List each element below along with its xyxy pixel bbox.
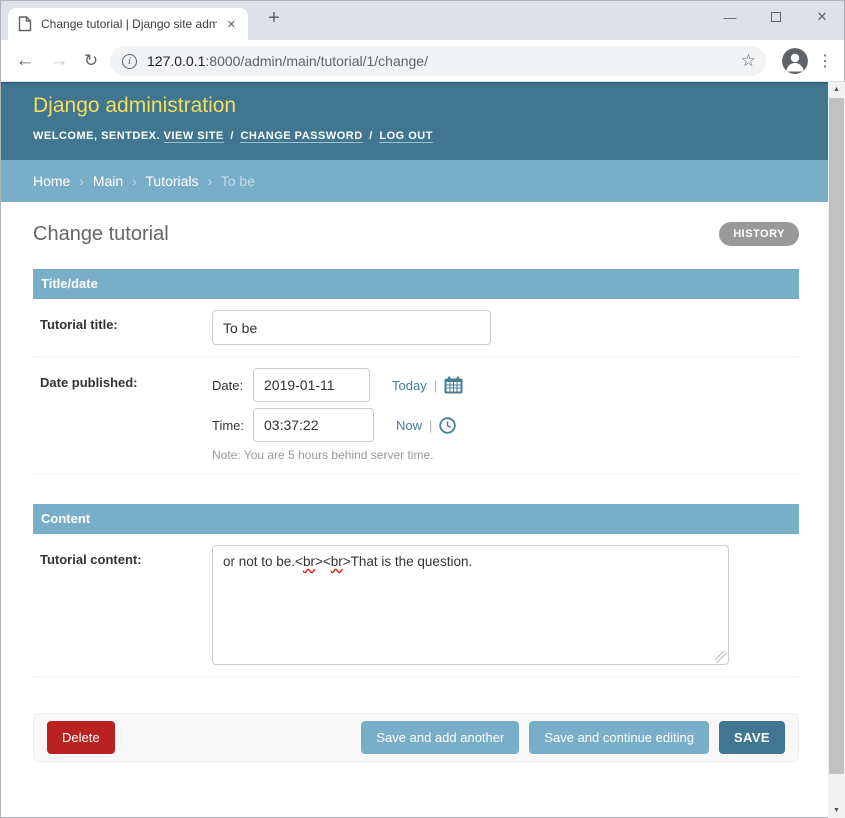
now-link[interactable]: Now (396, 418, 422, 433)
breadcrumb-separator: › (207, 173, 212, 189)
username: SENTDEX. (101, 130, 160, 142)
tab-title: Change tutorial | Django site adm (41, 17, 217, 31)
calendar-icon[interactable] (444, 376, 463, 394)
maximize-button[interactable] (753, 0, 799, 34)
today-link[interactable]: Today (392, 378, 427, 393)
breadcrumb: Home › Main › Tutorials › To be (0, 160, 828, 202)
submit-row: Delete Save and add another Save and con… (33, 713, 799, 762)
time-label: Time: (212, 418, 253, 433)
content-text: or not to be.< (223, 554, 303, 569)
timezone-note: Note: You are 5 hours behind server time… (212, 448, 463, 462)
minimize-button[interactable]: — (707, 0, 753, 34)
tutorial-title-input[interactable] (212, 310, 491, 345)
breadcrumb-separator: › (132, 173, 137, 189)
save-add-another-button[interactable]: Save and add another (361, 721, 519, 754)
title-date-module: Title/date Tutorial title: Date publishe… (33, 269, 799, 474)
save-button[interactable]: SAVE (719, 721, 785, 754)
maximize-icon (771, 12, 781, 22)
admin-header: Django administration WELCOME, SENTDEX. … (0, 82, 828, 160)
browser-titlebar: Change tutorial | Django site adm ✕ + — … (0, 0, 845, 40)
bookmark-star-icon[interactable]: ☆ (741, 51, 756, 71)
change-password-link[interactable]: CHANGE PASSWORD (240, 130, 362, 143)
tutorial-content-label: Tutorial content: (33, 545, 212, 665)
tab-close-icon[interactable]: ✕ (225, 16, 238, 33)
scroll-down-icon[interactable]: ▼ (828, 803, 845, 818)
tutorial-title-label: Tutorial title: (33, 310, 212, 345)
tutorial-content-row: Tutorial content: or not to be.<br><br>T… (33, 534, 799, 677)
close-button[interactable]: ✕ (799, 0, 845, 34)
browser-menu-icon[interactable]: ⋮ (813, 40, 837, 82)
new-tab-button[interactable]: + (260, 4, 288, 32)
page-info-icon[interactable]: i (122, 54, 137, 69)
date-input[interactable] (253, 368, 370, 402)
module-header-title-date: Title/date (33, 269, 799, 299)
view-site-link[interactable]: VIEW SITE (164, 130, 224, 143)
reload-icon[interactable]: ↻ (76, 40, 106, 82)
profile-avatar[interactable] (782, 48, 808, 74)
content-text: >< (315, 554, 331, 569)
browser-tab[interactable]: Change tutorial | Django site adm ✕ (8, 8, 248, 40)
browser-toolbar: ← → ↻ i 127.0.0.1:8000/admin/main/tutori… (0, 40, 845, 82)
main-content: Change tutorial HISTORY Title/date Tutor… (0, 202, 828, 818)
separator: / (230, 130, 234, 142)
content-module: Content Tutorial content: or not to be.<… (33, 504, 799, 677)
textarea-resize-handle[interactable] (715, 651, 727, 663)
page-favicon-icon (18, 16, 32, 32)
tutorial-title-row: Tutorial title: (33, 299, 799, 357)
back-icon[interactable]: ← (10, 40, 40, 82)
separator: / (369, 130, 373, 142)
save-continue-button[interactable]: Save and continue editing (529, 721, 709, 754)
site-title[interactable]: Django administration (33, 94, 236, 118)
delete-button[interactable]: Delete (47, 721, 115, 754)
user-tools: WELCOME, SENTDEX. VIEW SITE / CHANGE PAS… (33, 130, 433, 142)
history-button[interactable]: HISTORY (719, 222, 799, 246)
page-title: Change tutorial (33, 223, 169, 246)
clock-icon[interactable] (439, 417, 456, 434)
forward-icon[interactable]: → (44, 40, 74, 82)
breadcrumb-separator: › (79, 173, 84, 189)
date-label: Date: (212, 378, 253, 393)
time-input[interactable] (253, 408, 374, 442)
url-text: 127.0.0.1:8000/admin/main/tutorial/1/cha… (147, 53, 428, 69)
content-text-misspelled: br (303, 554, 315, 569)
module-header-content: Content (33, 504, 799, 534)
url-host: 127.0.0.1 (147, 53, 205, 69)
tutorial-content-textarea[interactable]: or not to be.<br><br>That is the questio… (212, 545, 729, 665)
breadcrumb-current: To be (221, 173, 255, 189)
breadcrumb-home[interactable]: Home (33, 173, 70, 189)
divider: | (434, 378, 437, 393)
divider: | (429, 418, 432, 433)
breadcrumb-main[interactable]: Main (93, 173, 123, 189)
breadcrumb-tutorials[interactable]: Tutorials (145, 173, 198, 189)
scroll-up-icon[interactable]: ▲ (828, 82, 845, 97)
url-path: :8000/admin/main/tutorial/1/change/ (205, 53, 428, 69)
scrollbar-thumb[interactable] (829, 98, 844, 774)
vertical-scrollbar[interactable]: ▲ ▼ (828, 82, 845, 818)
date-published-label: Date published: (33, 368, 212, 462)
window-controls: — ✕ (707, 0, 845, 34)
content-text-misspelled: br (331, 554, 343, 569)
content-text: >That is the question. (343, 554, 472, 569)
url-bar[interactable]: i 127.0.0.1:8000/admin/main/tutorial/1/c… (110, 46, 766, 76)
welcome-text: WELCOME, (33, 130, 98, 142)
log-out-link[interactable]: LOG OUT (379, 130, 433, 143)
date-published-row: Date published: Date: Today | (33, 357, 799, 474)
